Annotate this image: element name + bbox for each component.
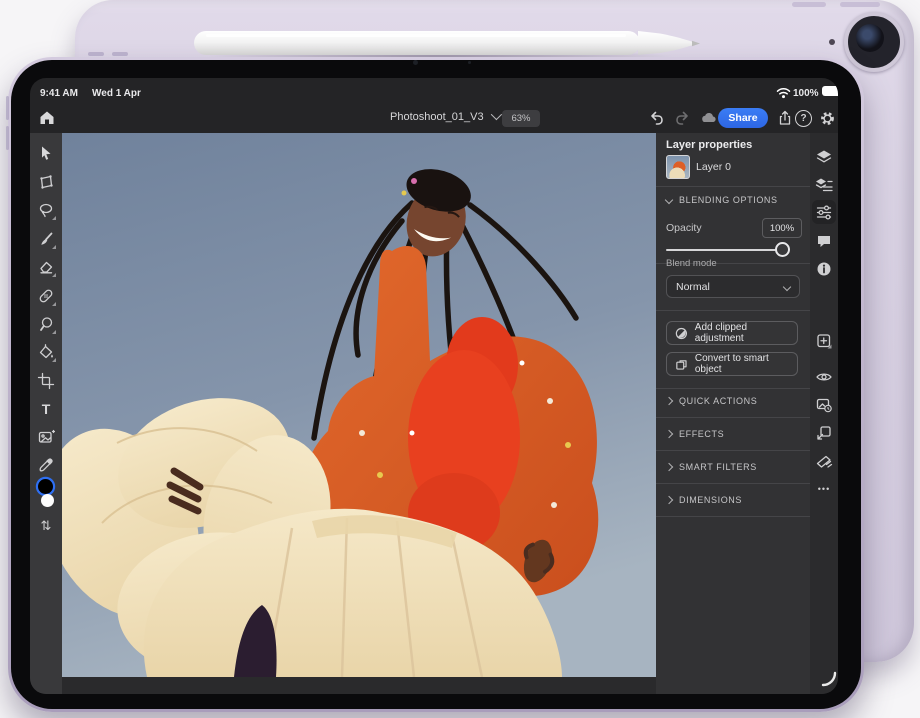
layer-visibility-icon[interactable] bbox=[812, 365, 836, 389]
document-title[interactable]: Photoshoot_01_V3 bbox=[390, 111, 499, 123]
layer-thumbnail[interactable] bbox=[666, 155, 690, 179]
screen-corner-reflection bbox=[820, 670, 838, 688]
eraser-tool[interactable] bbox=[34, 255, 58, 279]
settings-gear-icon[interactable] bbox=[816, 107, 838, 129]
divider bbox=[656, 483, 810, 484]
layer-properties-icon[interactable] bbox=[812, 173, 836, 197]
front-ipad-volume-button bbox=[112, 52, 128, 56]
front-camera-icon bbox=[413, 60, 418, 65]
share-button[interactable]: Share bbox=[718, 108, 768, 128]
back-ipad-volume-button bbox=[792, 2, 826, 7]
cloud-sync-icon[interactable] bbox=[697, 107, 719, 129]
status-time: 9:41 AM bbox=[40, 88, 78, 99]
smart-object-icon bbox=[675, 358, 688, 371]
chevron-right-icon bbox=[665, 463, 673, 471]
rear-camera-lens-icon bbox=[856, 24, 884, 52]
chevron-right-icon bbox=[665, 430, 673, 438]
chevron-down-icon bbox=[665, 196, 673, 204]
add-layer-icon[interactable] bbox=[812, 329, 836, 353]
redo-button[interactable] bbox=[671, 107, 693, 129]
status-bar: 9:41 AM Wed 1 Apr 100% bbox=[30, 78, 838, 104]
zoom-level-badge[interactable]: 63% bbox=[502, 110, 540, 127]
add-clipped-adjustment-button[interactable]: Add clipped adjustment bbox=[666, 321, 798, 345]
workspace: T ⇅ bbox=[30, 133, 838, 694]
divider bbox=[656, 450, 810, 451]
crop-tool[interactable] bbox=[34, 369, 58, 393]
undo-button[interactable] bbox=[645, 107, 667, 129]
foreground-color-swatch[interactable] bbox=[38, 479, 53, 494]
move-tool[interactable] bbox=[34, 141, 58, 165]
fill-tool[interactable] bbox=[34, 340, 58, 364]
help-button[interactable]: ? bbox=[795, 110, 812, 127]
lasso-tool[interactable] bbox=[34, 198, 58, 222]
front-ipad-volume-button bbox=[88, 52, 104, 56]
app-toolbar: Photoshoot_01_V3 63% Share ? bbox=[30, 104, 838, 133]
brush-tool[interactable] bbox=[34, 227, 58, 251]
edit-adjustments-icon[interactable] bbox=[812, 200, 836, 224]
panel-title: Layer properties bbox=[666, 139, 752, 151]
chevron-right-icon bbox=[665, 397, 673, 405]
ipad-screen: 9:41 AM Wed 1 Apr 100% Photoshoot_01_V3 … bbox=[30, 78, 838, 694]
blend-mode-dropdown[interactable]: Normal bbox=[666, 275, 800, 298]
front-ipad-side-button bbox=[6, 126, 9, 150]
type-tool[interactable]: T bbox=[34, 397, 58, 421]
background-color-swatch[interactable] bbox=[41, 494, 54, 507]
blend-mode-label: Blend mode bbox=[666, 258, 717, 269]
apple-pencil bbox=[192, 30, 704, 58]
transform-tool[interactable] bbox=[34, 170, 58, 194]
comments-icon[interactable] bbox=[812, 229, 836, 253]
clone-stamp-tool[interactable] bbox=[34, 312, 58, 336]
right-icon-rail: ••• bbox=[810, 133, 838, 694]
canvas-area[interactable] bbox=[62, 133, 656, 694]
divider bbox=[656, 388, 810, 389]
photo-document[interactable] bbox=[62, 133, 656, 677]
chevron-down-icon bbox=[490, 109, 501, 120]
status-date: Wed 1 Apr bbox=[92, 88, 141, 99]
front-sensor-dot bbox=[468, 61, 471, 64]
home-button[interactable] bbox=[36, 107, 58, 129]
battery-icon bbox=[822, 86, 838, 96]
chevron-right-icon bbox=[665, 496, 673, 504]
more-options-icon[interactable]: ••• bbox=[812, 477, 836, 501]
section-dimensions[interactable]: DIMENSIONS bbox=[666, 495, 742, 505]
opacity-value[interactable]: 100% bbox=[762, 218, 802, 238]
opacity-slider-track[interactable] bbox=[666, 249, 784, 251]
compare-swap-icon[interactable]: ⇅ bbox=[34, 514, 58, 538]
front-ipad-frame: 9:41 AM Wed 1 Apr 100% Photoshoot_01_V3 … bbox=[8, 57, 864, 712]
layer-name[interactable]: Layer 0 bbox=[696, 161, 731, 173]
opacity-label: Opacity bbox=[666, 222, 702, 234]
info-icon[interactable] bbox=[812, 257, 836, 281]
section-effects[interactable]: EFFECTS bbox=[666, 429, 724, 439]
section-smart-filters[interactable]: SMART FILTERS bbox=[666, 462, 757, 472]
opacity-slider-knob[interactable] bbox=[775, 242, 790, 257]
export-icon[interactable] bbox=[774, 107, 796, 129]
send-backward-icon[interactable] bbox=[812, 421, 836, 445]
back-ipad-top-button bbox=[840, 2, 880, 7]
adjustment-icon bbox=[675, 327, 688, 340]
wifi-icon bbox=[776, 87, 791, 99]
tool-rail: T ⇅ bbox=[30, 133, 62, 694]
battery-percent: 100% bbox=[793, 88, 819, 99]
place-photo-tool[interactable] bbox=[34, 425, 58, 449]
image-history-icon[interactable] bbox=[812, 393, 836, 417]
blending-options-header[interactable]: BLENDING OPTIONS bbox=[666, 195, 778, 205]
section-quick-actions[interactable]: QUICK ACTIONS bbox=[666, 396, 757, 406]
healing-brush-tool[interactable] bbox=[34, 284, 58, 308]
rear-mic-dot bbox=[829, 39, 835, 45]
front-ipad-side-button bbox=[6, 96, 9, 120]
divider bbox=[656, 417, 810, 418]
divider bbox=[656, 516, 810, 517]
eyedropper-tool[interactable] bbox=[34, 453, 58, 477]
divider bbox=[656, 310, 810, 311]
divider bbox=[656, 186, 810, 187]
flatten-icon[interactable] bbox=[812, 449, 836, 473]
chevron-down-icon bbox=[783, 282, 791, 290]
convert-smart-object-button[interactable]: Convert to smart object bbox=[666, 352, 798, 376]
layer-properties-panel: Layer properties Layer 0 BLENDING OPTION… bbox=[656, 133, 810, 694]
layers-icon[interactable] bbox=[812, 145, 836, 169]
